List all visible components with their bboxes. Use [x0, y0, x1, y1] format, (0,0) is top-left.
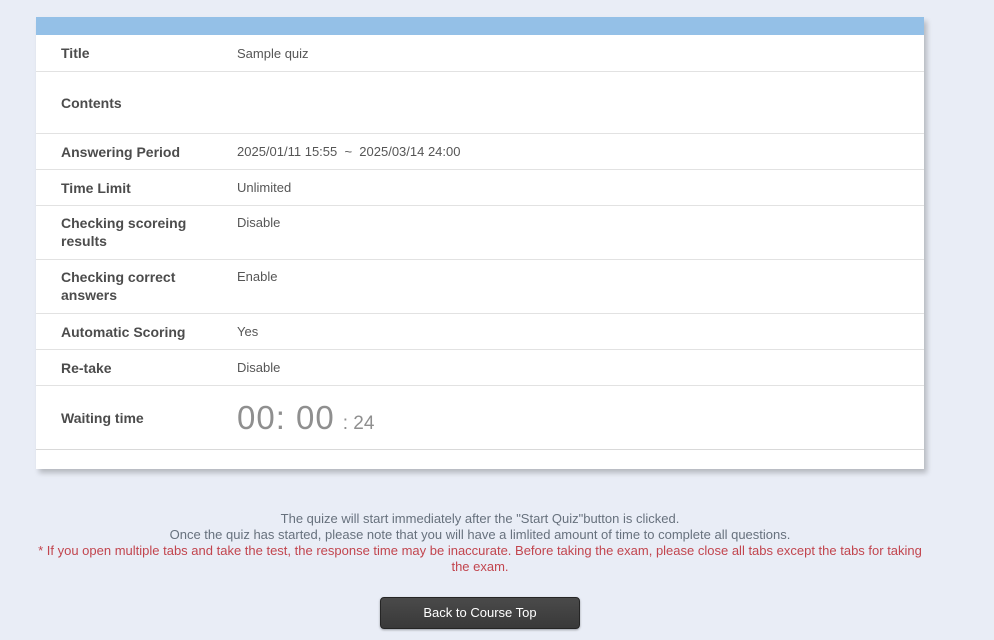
- table-row-automatic-scoring: Automatic Scoring Yes: [36, 313, 924, 349]
- row-value-title: Sample quiz: [237, 45, 309, 61]
- panel-header-bar: [36, 17, 924, 35]
- waiting-clock-seconds: : 24: [342, 412, 375, 434]
- row-value-time-limit: Unlimited: [237, 180, 292, 195]
- note-line-2: Once the quiz has started, please note t…: [169, 527, 791, 542]
- table-row-answering-period: Answering Period 2025/01/11 15:55 ~ 2025…: [36, 133, 924, 169]
- table-row-checking-correct-answers: Checking correct answers Enable: [36, 259, 924, 313]
- row-value-checking-scoring-results: Disable: [237, 215, 281, 230]
- table-row-title: Title Sample quiz: [36, 35, 924, 71]
- row-label-title: Title: [61, 45, 90, 61]
- panel-footer-strip: [36, 449, 924, 469]
- row-label-waiting-time: Waiting time: [61, 409, 144, 426]
- row-value-retake: Disable: [237, 360, 281, 375]
- row-value-automatic-scoring: Yes: [237, 324, 259, 339]
- row-value-checking-correct-answers: Enable: [237, 269, 278, 284]
- row-label-time-limit: Time Limit: [61, 179, 131, 196]
- back-to-course-top-button[interactable]: Back to Course Top: [380, 597, 580, 629]
- row-label-checking-correct-answers: Checking correct answers: [61, 269, 176, 303]
- row-value-answering-period: 2025/01/11 15:55 ~ 2025/03/14 24:00: [237, 144, 461, 159]
- table-row-time-limit: Time Limit Unlimited: [36, 169, 924, 205]
- row-label-contents: Contents: [61, 94, 122, 111]
- button-row: Back to Course Top: [36, 597, 924, 629]
- table-row-checking-scoring-results: Checking scoreing results Disable: [36, 205, 924, 259]
- quiz-notes: The quize will start immediately after t…: [36, 511, 924, 575]
- note-warning-multiple-tabs: * If you open multiple tabs and take the…: [38, 543, 922, 574]
- row-label-checking-scoring-results: Checking scoreing results: [61, 215, 187, 249]
- waiting-clock-main: 00: 00: [237, 398, 335, 436]
- quiz-info-panel: Title Sample quiz Contents Answering Per…: [36, 17, 924, 469]
- row-label-automatic-scoring: Automatic Scoring: [61, 323, 186, 340]
- table-row-retake: Re-take Disable: [36, 349, 924, 385]
- row-label-answering-period: Answering Period: [61, 143, 181, 160]
- note-line-1: The quize will start immediately after t…: [280, 511, 680, 526]
- waiting-time-clock: 00: 00 : 24: [237, 398, 924, 436]
- table-row-contents: Contents: [36, 71, 924, 133]
- table-row-waiting-time: Waiting time 00: 00 : 24: [36, 385, 924, 449]
- row-label-retake: Re-take: [61, 359, 112, 376]
